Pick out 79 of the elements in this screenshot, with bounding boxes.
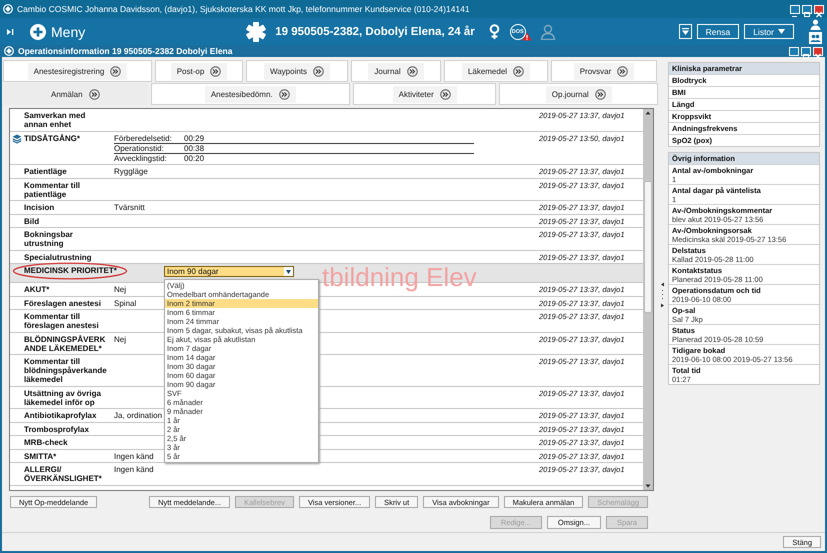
plus-icon	[30, 24, 46, 40]
scrollbar[interactable]	[643, 109, 653, 490]
tab[interactable]: Provsvar	[551, 60, 657, 82]
layers-icon	[12, 134, 22, 144]
tab[interactable]: Journal	[351, 60, 441, 82]
field-label: MEDICINSK PRIORITET*	[24, 266, 117, 275]
tab[interactable]: Waypoints	[246, 60, 348, 82]
field-label: Trombosprofylax	[24, 424, 90, 434]
field-label: Bokningsbar utrustning	[24, 230, 74, 248]
group-icon[interactable]	[808, 32, 822, 44]
field-label: ALLERGI/ÖVERKÄNSLIGHET*	[24, 465, 103, 483]
field-label: Kommentar till blödningspåverkande läkemedel	[24, 357, 108, 384]
caret-icon	[778, 29, 785, 34]
chevron-circle-icon	[617, 66, 628, 76]
splitter-handle-icon[interactable]	[660, 282, 664, 308]
field-label: MRB-check	[24, 438, 69, 447]
tab[interactable]: Anestesibedömn.	[150, 83, 350, 105]
female-icon	[488, 24, 500, 40]
field-label: Kommentar till föreslagen anestesi	[24, 312, 100, 330]
field-label: TIDSÅTGÅNG*	[24, 134, 81, 144]
field-label: Antibiotikaprofylax	[24, 411, 98, 420]
time-value: 00:29	[184, 134, 206, 142]
field-label: Utsättning av övriga läkemedel inför op	[24, 388, 102, 406]
field-label: SMITTA*	[24, 452, 58, 460]
field-label: Incision	[24, 203, 56, 212]
field-value: Spinal	[114, 298, 136, 308]
header-button[interactable]: Rensa	[696, 24, 740, 39]
caret-icon	[286, 270, 291, 274]
overlay-text: tbildning Elev	[322, 264, 477, 291]
field-label: BLÖDNINGSPÅVERKANDE LÄKEMEDEL*	[24, 334, 106, 352]
time-value: 00:38	[184, 144, 206, 152]
chevron-circle-icon	[406, 66, 418, 76]
field-value: Nej	[114, 334, 126, 344]
patient-info: 19 950505-2382, Dobolyi Elena, 24 år	[275, 26, 475, 38]
field-label: Föreslagen anestesi	[24, 298, 102, 308]
field-value: Ryggläge	[114, 167, 148, 176]
chevron-circle-icon	[513, 66, 524, 76]
field-value: Tvärsnitt	[114, 203, 145, 212]
chevron-circle-icon	[440, 88, 451, 100]
time-value: 00:20	[184, 154, 206, 162]
chevron-circle-icon	[210, 66, 222, 76]
field-value: Ja, ordination	[114, 411, 162, 420]
app-icon	[4, 46, 14, 56]
scroll-up-icon[interactable]	[644, 109, 652, 117]
scroll-down-icon[interactable]	[644, 482, 652, 490]
chevron-circle-icon	[110, 66, 122, 76]
tab[interactable]: Aktiviteter	[352, 83, 496, 105]
priority-select[interactable]: Inom 90 dagar	[164, 266, 294, 277]
caret-icon	[680, 27, 690, 36]
field-label: AKUT*	[24, 285, 50, 294]
user-icon[interactable]	[810, 19, 820, 30]
chevron-circle-icon	[278, 88, 290, 100]
field-label: Patientläge	[24, 167, 68, 176]
field-value: Ingen känd	[114, 452, 154, 460]
subwindow-title: Operationsinformation 19 950505-2382 Dobolyi Elena	[18, 46, 234, 56]
time-label: Operationstid:	[114, 144, 165, 152]
time-label: Avvecklingstid:	[114, 154, 168, 162]
dropdown-button[interactable]	[678, 24, 692, 39]
time-label: Förberedelsetid:	[114, 134, 173, 142]
tab[interactable]: Post-op	[155, 60, 243, 82]
field-label: Samverkan med annan enhet	[24, 111, 86, 129]
chevron-circle-icon	[313, 66, 324, 76]
tab[interactable]: Anmälan	[3, 83, 148, 105]
field-label: Bild	[24, 216, 40, 226]
medical-star-icon	[245, 20, 268, 42]
field-label: Specialutrustning	[24, 252, 93, 262]
chevron-circle-icon	[88, 88, 100, 100]
app-icon	[3, 4, 13, 14]
tab[interactable]: Op.journal	[499, 83, 658, 105]
tab[interactable]: Läkemedel	[444, 60, 548, 82]
chevron-circle-icon	[594, 88, 606, 100]
window-title: Cambio COSMIC Johanna Davidsson, (davjo1), Sjukskoterska KK mott Jkp, telefonnummer Kundservice (010-24)14141	[17, 4, 471, 14]
field-label: Kommentar till patientläge	[24, 180, 82, 198]
tab[interactable]: Anestesiregistrering	[3, 60, 152, 82]
menu-dropdown-button[interactable]: Listor	[744, 24, 794, 39]
field-value: Nej	[114, 285, 126, 294]
menu-button[interactable]: Meny	[30, 24, 86, 40]
skip-icon[interactable]	[6, 28, 14, 36]
field-value: Ingen känd	[114, 465, 154, 474]
